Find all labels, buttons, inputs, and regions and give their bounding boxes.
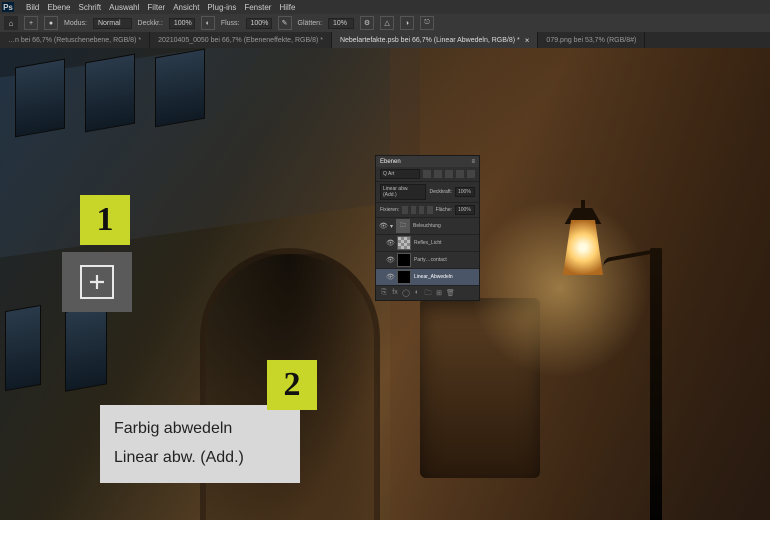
add-layer-tool-icon — [80, 265, 114, 299]
opacity-label: Deckkr.: — [138, 20, 163, 27]
group-name[interactable]: Beleuchtung — [413, 223, 476, 229]
visibility-icon[interactable]: 👁 — [386, 256, 394, 264]
close-icon[interactable]: × — [525, 36, 530, 45]
doc-tab-3-label: Nebelartefakte.psb bei 66,7% (Linear Abw… — [340, 37, 520, 44]
pressure-size-icon[interactable]: ◑ — [400, 16, 414, 30]
doc-tab-3[interactable]: Nebelartefakte.psb bei 66,7% (Linear Abw… — [332, 32, 538, 48]
layer-name[interactable]: Party…contact — [414, 257, 476, 263]
settings-gear-icon[interactable]: ⚙ — [360, 16, 374, 30]
pressure-opacity-icon[interactable]: ◐ — [201, 16, 215, 30]
smooth-input[interactable]: 10% — [328, 18, 354, 29]
fill-input[interactable]: 100% — [455, 205, 475, 215]
menu-select[interactable]: Auswahl — [109, 3, 139, 12]
link-layers-icon[interactable]: ⎘ — [380, 289, 388, 297]
layer-name[interactable]: Linear_Abwedeln — [414, 274, 476, 280]
doc-tab-2[interactable]: 20210405_0050 bei 66,7% (Ebeneneffekte, … — [150, 32, 332, 48]
layers-panel[interactable]: Ebenen ≡ Q Art Linear abw. (Add.) Deckkr… — [375, 155, 480, 301]
flow-label: Fluss: — [221, 20, 240, 27]
visibility-icon[interactable]: 👁 — [386, 239, 394, 247]
layer-mask-icon[interactable]: ◯ — [402, 289, 410, 297]
visibility-icon[interactable]: 👁 — [386, 273, 394, 281]
layer-name[interactable]: Reflex_Licht — [414, 240, 476, 246]
filter-type-icon[interactable] — [445, 170, 453, 178]
filter-adjust-icon[interactable] — [434, 170, 442, 178]
menu-plugins[interactable]: Plug-ins — [207, 3, 236, 12]
doc-tab-2-label: 20210405_0050 bei 66,7% (Ebeneneffekte, … — [158, 37, 323, 44]
menu-image[interactable]: Bild — [26, 3, 39, 12]
layer-opacity-input[interactable]: 100% — [455, 187, 475, 197]
opacity-input[interactable]: 100% — [169, 18, 195, 29]
layer-thumb — [397, 236, 411, 250]
annotation-zoom-tool — [62, 252, 132, 312]
blend-option-color-dodge: Farbig abwedeln — [114, 415, 286, 444]
layer-row[interactable]: 👁 Linear_Abwedeln — [376, 269, 479, 286]
chevron-down-icon[interactable]: ▾ — [390, 223, 393, 230]
panel-footer: ⎘ fx ◯ ◐ 🗀 ⊞ 🗑 — [376, 286, 479, 300]
lock-all-icon[interactable] — [427, 206, 432, 214]
fill-label: Fläche: — [436, 207, 452, 213]
menu-bar: Ps Bild Ebene Schrift Auswahl Filter Ans… — [0, 0, 770, 14]
folder-icon: 🗀 — [396, 219, 410, 233]
layers-tab[interactable]: Ebenen — [380, 159, 401, 165]
filter-shape-icon[interactable] — [456, 170, 464, 178]
smooth-label: Glätten: — [298, 20, 323, 27]
document-tab-bar: …n bei 66,7% (Retuschenebene, RGB/8) * 2… — [0, 32, 770, 48]
delete-layer-icon[interactable]: 🗑 — [446, 289, 454, 297]
menu-filter[interactable]: Filter — [147, 3, 165, 12]
filter-pixel-icon[interactable] — [423, 170, 431, 178]
annotation-blend-menu: Farbig abwedeln Linear abw. (Add.) — [100, 405, 300, 483]
layer-thumb — [397, 253, 411, 267]
mode-label: Modus: — [64, 20, 87, 27]
opacity-label: Deckkraft: — [429, 189, 452, 195]
menu-help[interactable]: Hilfe — [279, 3, 295, 12]
adjustment-layer-icon[interactable]: ◐ — [413, 289, 421, 297]
filter-smart-icon[interactable] — [467, 170, 475, 178]
layer-group[interactable]: 👁 ▾ 🗀 Beleuchtung — [376, 218, 479, 235]
new-layer-icon[interactable]: ⊞ — [435, 289, 443, 297]
menu-layer[interactable]: Ebene — [47, 3, 70, 12]
doc-tab-1-label: …n bei 66,7% (Retuschenebene, RGB/8) * — [8, 37, 141, 44]
tool-preset-icon[interactable]: + — [24, 16, 38, 30]
angle-icon[interactable]: △ — [380, 16, 394, 30]
panel-menu-icon[interactable]: ≡ — [471, 159, 475, 165]
new-group-icon[interactable]: 🗀 — [424, 289, 432, 297]
blend-option-linear-dodge: Linear abw. (Add.) — [114, 444, 286, 473]
lock-trans-icon[interactable] — [402, 206, 407, 214]
airbrush-icon[interactable]: ✎ — [278, 16, 292, 30]
mode-dropdown[interactable]: Normal — [93, 18, 132, 29]
symmetry-icon[interactable]: ⎋ — [420, 16, 434, 30]
lock-pixel-icon[interactable] — [411, 206, 416, 214]
layer-row[interactable]: 👁 Party…contact — [376, 252, 479, 269]
brush-size-icon[interactable]: ● — [44, 16, 58, 30]
layer-filter-dropdown[interactable]: Q Art — [380, 169, 420, 179]
doc-tab-4-label: 079.png bei 53,7% (RGB/8#) — [546, 37, 636, 44]
annotation-badge-2: 2 — [267, 360, 317, 410]
menu-window[interactable]: Fenster — [244, 3, 271, 12]
options-bar: ⌂ + ● Modus: Normal Deckkr.: 100% ◐ Flus… — [0, 14, 770, 32]
menu-view[interactable]: Ansicht — [173, 3, 199, 12]
layer-fx-icon[interactable]: fx — [391, 289, 399, 297]
menu-type[interactable]: Schrift — [78, 3, 101, 12]
lock-pos-icon[interactable] — [419, 206, 424, 214]
panel-tabs: Ebenen ≡ — [376, 156, 479, 167]
annotation-badge-1: 1 — [80, 195, 130, 245]
flow-input[interactable]: 100% — [246, 18, 272, 29]
app-logo: Ps — [2, 2, 14, 12]
blend-mode-dropdown[interactable]: Linear abw. (Add.) — [380, 184, 426, 200]
visibility-icon[interactable]: 👁 — [379, 222, 387, 230]
doc-tab-1[interactable]: …n bei 66,7% (Retuschenebene, RGB/8) * — [0, 32, 150, 48]
lock-label: Fixieren: — [380, 207, 399, 213]
doc-tab-4[interactable]: 079.png bei 53,7% (RGB/8#) — [538, 32, 645, 48]
layer-row[interactable]: 👁 Reflex_Licht — [376, 235, 479, 252]
home-icon[interactable]: ⌂ — [4, 16, 18, 30]
layer-thumb — [397, 270, 411, 284]
street-lamp — [551, 208, 615, 298]
